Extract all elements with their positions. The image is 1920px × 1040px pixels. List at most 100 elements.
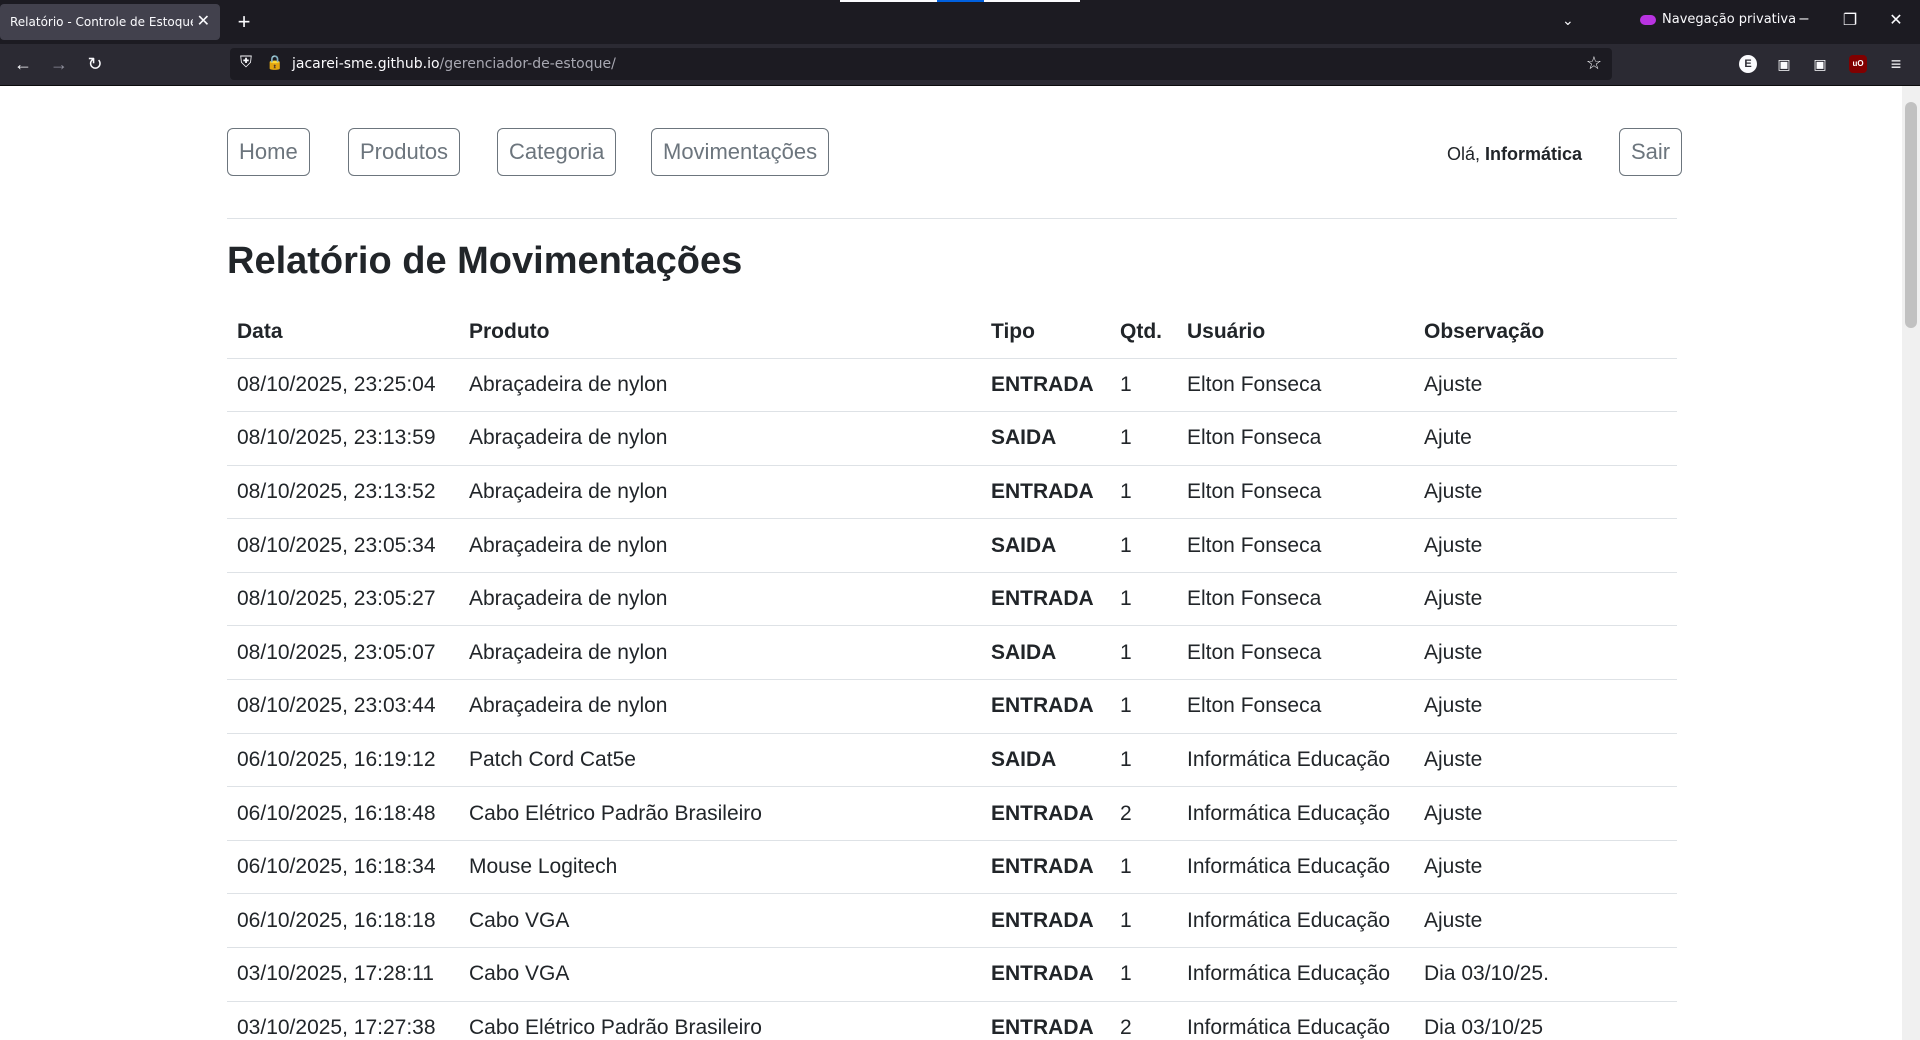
categoria-button[interactable]: Categoria bbox=[497, 128, 617, 176]
cell-qtd: 1 bbox=[1110, 465, 1177, 520]
table-row: 08/10/2025, 23:03:44 Abraçadeira de nylon… bbox=[227, 679, 1677, 734]
cell-tipo: ENTRADA bbox=[981, 358, 1110, 413]
minimize-icon[interactable]: – bbox=[1792, 10, 1816, 28]
header-observacao: Observação bbox=[1414, 306, 1677, 359]
url-text[interactable]: jacarei-sme.github.io/gerenciador-de-est… bbox=[292, 56, 616, 72]
extension-e-icon[interactable]: E bbox=[1739, 55, 1757, 73]
home-button[interactable]: Home bbox=[227, 128, 310, 176]
cell-qtd: 1 bbox=[1110, 411, 1177, 466]
tab-list-chevron-icon[interactable]: ⌄ bbox=[1562, 12, 1574, 29]
menu-hamburger-icon[interactable]: ≡ bbox=[1887, 55, 1905, 73]
extensions-puzzle-icon[interactable]: ▣ bbox=[1775, 55, 1793, 73]
cell-observacao: Ajuste bbox=[1414, 518, 1677, 573]
cell-tipo: SAIDA bbox=[981, 733, 1110, 788]
logout-button[interactable]: Sair bbox=[1619, 128, 1683, 176]
cell-qtd: 2 bbox=[1110, 786, 1177, 841]
tab-close-icon[interactable]: ✕ bbox=[197, 14, 210, 30]
tab-strip-indicator-active bbox=[937, 0, 984, 2]
header-tipo: Tipo bbox=[981, 306, 1110, 359]
movimentacoes-button[interactable]: Movimentações bbox=[651, 128, 830, 176]
cell-observacao: Ajute bbox=[1414, 411, 1677, 466]
cell-observacao: Ajuste bbox=[1414, 625, 1677, 681]
table-row: 03/10/2025, 17:28:11 Cabo VGA ENTRADA 1 Info… bbox=[227, 947, 1677, 1002]
cell-data: 08/10/2025, 23:05:34 bbox=[227, 518, 459, 573]
cell-tipo: ENTRADA bbox=[981, 572, 1110, 627]
scrollbar-thumb[interactable] bbox=[1905, 102, 1917, 328]
cell-tipo: ENTRADA bbox=[981, 1001, 1110, 1040]
cell-data: 06/10/2025, 16:18:48 bbox=[227, 786, 459, 841]
page-title: Relatório de Movimentações bbox=[227, 240, 743, 282]
lock-icon[interactable]: 🔒 bbox=[266, 54, 283, 71]
page-scrollbar[interactable] bbox=[1902, 86, 1920, 1040]
header-usuario: Usuário bbox=[1177, 306, 1414, 359]
cell-produto: Abraçadeira de nylon bbox=[459, 358, 981, 413]
cell-produto: Cabo Elétrico Padrão Brasileiro bbox=[459, 1001, 981, 1040]
table-body: 08/10/2025, 23:25:04 Abraçadeira de nylon… bbox=[227, 358, 1677, 1040]
cell-data: 08/10/2025, 23:05:27 bbox=[227, 572, 459, 627]
table-row: 08/10/2025, 23:25:04 Abraçadeira de nylon… bbox=[227, 358, 1677, 413]
cell-usuario: Elton Fonseca bbox=[1177, 411, 1414, 466]
cell-data: 06/10/2025, 16:18:34 bbox=[227, 840, 459, 895]
page-container: Home Produtos Categoria Movimentações Ol… bbox=[227, 86, 1683, 1040]
table-row: 06/10/2025, 16:18:48 Cabo Elétrico Padrão… bbox=[227, 786, 1677, 841]
cell-data: 06/10/2025, 16:19:12 bbox=[227, 733, 459, 788]
cell-produto: Abraçadeira de nylon bbox=[459, 518, 981, 573]
bookmark-star-icon[interactable]: ☆ bbox=[1586, 53, 1602, 74]
cell-produto: Cabo VGA bbox=[459, 893, 981, 949]
cell-data: 08/10/2025, 23:25:04 bbox=[227, 358, 459, 413]
reload-icon[interactable]: ↻ bbox=[83, 52, 107, 76]
cell-data: 08/10/2025, 23:03:44 bbox=[227, 679, 459, 734]
browser-nav-bar: ← → ↻ ⛨ 🔒 jacarei-sme.github.io/gerencia… bbox=[0, 44, 1920, 86]
tracking-shield-icon[interactable]: ⛨ bbox=[240, 54, 252, 72]
table-row: 08/10/2025, 23:05:27 Abraçadeira de nylon… bbox=[227, 572, 1677, 627]
table-row: 06/10/2025, 16:18:34 Mouse Logitech ENTRAD… bbox=[227, 840, 1677, 895]
cell-usuario: Informática Educação bbox=[1177, 1001, 1414, 1040]
cell-tipo: SAIDA bbox=[981, 625, 1110, 681]
greeting-prefix: Olá, bbox=[1447, 144, 1486, 164]
cell-data: 08/10/2025, 23:13:59 bbox=[227, 411, 459, 466]
cell-produto: Patch Cord Cat5e bbox=[459, 733, 981, 788]
cell-usuario: Informática Educação bbox=[1177, 947, 1414, 1002]
cell-usuario: Informática Educação bbox=[1177, 893, 1414, 949]
cell-data: 08/10/2025, 23:05:07 bbox=[227, 625, 459, 681]
screenshot-camera-icon[interactable]: ▣ bbox=[1811, 55, 1829, 73]
ublock-origin-icon[interactable]: uO bbox=[1849, 55, 1867, 73]
cell-usuario: Elton Fonseca bbox=[1177, 625, 1414, 681]
cell-produto: Abraçadeira de nylon bbox=[459, 411, 981, 466]
cell-observacao: Ajuste bbox=[1414, 840, 1677, 895]
cell-tipo: ENTRADA bbox=[981, 893, 1110, 949]
cell-observacao: Dia 03/10/25. bbox=[1414, 947, 1677, 1002]
forward-icon[interactable]: → bbox=[47, 52, 71, 76]
produtos-button[interactable]: Produtos bbox=[348, 128, 461, 176]
browser-tab-bar: Relatório - Controle de Estoque DTI ✕ + … bbox=[0, 0, 1920, 44]
cell-observacao: Ajuste bbox=[1414, 572, 1677, 627]
cell-produto: Abraçadeira de nylon bbox=[459, 625, 981, 681]
cell-tipo: SAIDA bbox=[981, 518, 1110, 573]
cell-tipo: ENTRADA bbox=[981, 465, 1110, 520]
cell-tipo: SAIDA bbox=[981, 411, 1110, 466]
tab-title: Relatório - Controle de Estoque DTI bbox=[10, 15, 193, 29]
header-divider bbox=[227, 218, 1677, 219]
cell-produto: Abraçadeira de nylon bbox=[459, 465, 981, 520]
cell-qtd: 1 bbox=[1110, 625, 1177, 681]
address-bar[interactable]: ⛨ 🔒 jacarei-sme.github.io/gerenciador-de… bbox=[230, 48, 1612, 80]
table-row: 08/10/2025, 23:13:52 Abraçadeira de nylon… bbox=[227, 465, 1677, 520]
table-row: 03/10/2025, 17:27:38 Cabo Elétrico Padrão… bbox=[227, 1001, 1677, 1040]
header-qtd: Qtd. bbox=[1110, 306, 1177, 359]
private-mask-icon bbox=[1640, 14, 1656, 25]
browser-tab-active[interactable]: Relatório - Controle de Estoque DTI ✕ bbox=[0, 4, 220, 40]
cell-produto: Cabo Elétrico Padrão Brasileiro bbox=[459, 786, 981, 841]
back-icon[interactable]: ← bbox=[11, 52, 35, 76]
cell-tipo: ENTRADA bbox=[981, 786, 1110, 841]
private-browsing-indicator: Navegação privativa bbox=[1640, 12, 1796, 27]
cell-produto: Abraçadeira de nylon bbox=[459, 679, 981, 734]
table-row: 08/10/2025, 23:05:34 Abraçadeira de nylon… bbox=[227, 518, 1677, 573]
cell-qtd: 1 bbox=[1110, 572, 1177, 627]
restore-icon[interactable]: ❐ bbox=[1838, 10, 1862, 30]
cell-observacao: Ajuste bbox=[1414, 786, 1677, 841]
cell-usuario: Elton Fonseca bbox=[1177, 358, 1414, 413]
new-tab-button[interactable]: + bbox=[232, 10, 256, 34]
cell-qtd: 1 bbox=[1110, 518, 1177, 573]
close-window-icon[interactable]: ✕ bbox=[1884, 10, 1908, 30]
private-browsing-label: Navegação privativa bbox=[1662, 12, 1797, 27]
